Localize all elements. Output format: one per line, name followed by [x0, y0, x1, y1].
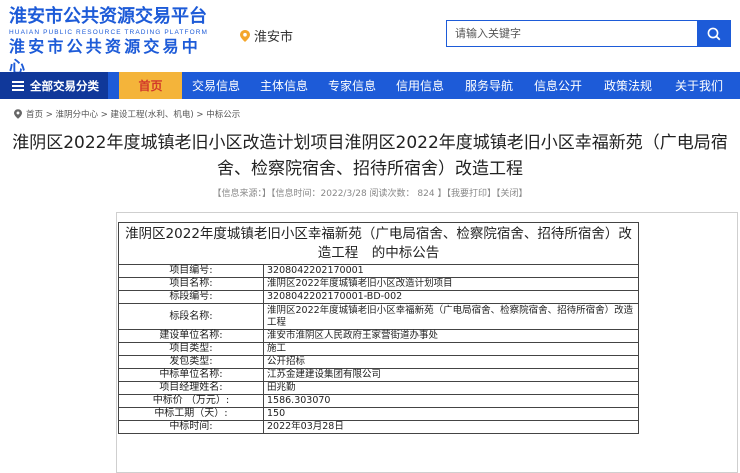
- row-value: 淮阴区2022年度城镇老旧小区改造计划项目: [263, 277, 639, 291]
- all-categories-button[interactable]: 全部交易分类: [0, 72, 108, 99]
- row-label: 项目名称:: [118, 277, 264, 291]
- city-selector[interactable]: 淮安市: [240, 26, 293, 45]
- table-row: 标段名称: 淮阴区2022年度城镇老旧小区幸福新苑（广电局宿舍、检察院宿舍、招待所…: [118, 303, 639, 330]
- all-categories-label: 全部交易分类: [30, 78, 99, 93]
- search-icon: [707, 27, 720, 40]
- search-input[interactable]: [447, 21, 699, 46]
- row-label: 项目经理姓名:: [118, 381, 264, 395]
- row-value: 3208042202170001-BD-002: [263, 290, 639, 304]
- table-row: 项目类型: 施工: [118, 342, 639, 356]
- row-label: 标段编号:: [118, 290, 264, 304]
- nav-item-credit-info[interactable]: 信用信息: [386, 72, 454, 99]
- row-label: 中标价 （万元）:: [118, 394, 264, 408]
- table-row: 项目名称: 淮阴区2022年度城镇老旧小区改造计划项目: [118, 277, 639, 291]
- table-row: 建设单位名称: 淮安市淮阴区人民政府王家营街道办事处: [118, 329, 639, 343]
- logo-title: 淮安市公共资源交易平台: [9, 6, 207, 27]
- row-value: 150: [263, 407, 639, 421]
- row-label: 标段名称:: [118, 303, 264, 330]
- table-row: 中标工期（天）: 150: [118, 407, 639, 421]
- row-label: 项目编号:: [118, 264, 264, 278]
- main-nav: 全部交易分类 首页 交易信息 主体信息 专家信息 信用信息 服务导航 信息公开 …: [0, 72, 740, 99]
- row-value: 公开招标: [263, 355, 639, 369]
- article-meta: 【信息来源：】【信息时间：2022/3/28 阅读次数： 824 】【我要打印】…: [212, 189, 528, 199]
- table-row: 项目编号: 3208042202170001: [118, 264, 639, 278]
- table-row: 项目经理姓名: 田兆勤: [118, 381, 639, 395]
- site-logo[interactable]: 淮安市公共资源交易平台 HUAIAN PUBLIC RESOURCE TRADI…: [9, 6, 219, 77]
- location-pin-icon: [240, 29, 250, 42]
- page-title: 淮阴区2022年度城镇老旧小区改造计划项目淮阴区2022年度城镇老旧小区幸福新苑…: [12, 133, 728, 179]
- table-heading: 淮阴区2022年度城镇老旧小区幸福新苑（广电局宿舍、检察院宿舍、招待所宿舍）改造…: [118, 222, 639, 265]
- row-label: 中标时间:: [118, 420, 264, 434]
- nav-item-about[interactable]: 关于我们: [664, 72, 734, 99]
- row-value: 1586.303070: [263, 394, 639, 408]
- location-pin-icon: [14, 109, 22, 119]
- table-heading-row: 淮阴区2022年度城镇老旧小区幸福新苑（广电局宿舍、检察院宿舍、招待所宿舍）改造…: [118, 222, 639, 265]
- nav-item-expert-info[interactable]: 专家信息: [318, 72, 386, 99]
- nav-item-policies[interactable]: 政策法规: [592, 72, 664, 99]
- table-row: 中标单位名称: 江苏金建建设集团有限公司: [118, 368, 639, 382]
- search-box: [446, 20, 731, 47]
- row-label: 发包类型:: [118, 355, 264, 369]
- logo-subtitle-en: HUAIAN PUBLIC RESOURCE TRADING PLATFORM: [9, 29, 209, 36]
- row-value: 田兆勤: [263, 381, 639, 395]
- table-row: 中标时间: 2022年03月28日: [118, 420, 639, 434]
- breadcrumb: 首页 > 淮阴分中心 > 建设工程(水利、机电) > 中标公示: [14, 108, 240, 120]
- site-header: 淮安市公共资源交易平台 HUAIAN PUBLIC RESOURCE TRADI…: [0, 0, 740, 77]
- logo-center-name: 淮安市公共资源交易中心: [9, 37, 202, 76]
- table-row: 标段编号: 3208042202170001-BD-002: [118, 290, 639, 304]
- award-notice-table: 淮阴区2022年度城镇老旧小区幸福新苑（广电局宿舍、检察院宿舍、招待所宿舍）改造…: [118, 222, 639, 434]
- row-value: 淮安市淮阴区人民政府王家营街道办事处: [263, 329, 639, 343]
- menu-icon: [12, 80, 24, 91]
- row-label: 中标工期（天）:: [118, 407, 264, 421]
- nav-item-trading-info[interactable]: 交易信息: [182, 72, 250, 99]
- row-label: 建设单位名称:: [118, 329, 264, 343]
- table-row: 发包类型: 公开招标: [118, 355, 639, 369]
- notice-content: 淮阴区2022年度城镇老旧小区幸福新苑（广电局宿舍、检察院宿舍、招待所宿舍）改造…: [116, 212, 738, 473]
- row-value: 3208042202170001: [263, 264, 639, 278]
- table-row: 中标价 （万元）: 1586.303070: [118, 394, 639, 408]
- breadcrumb-text[interactable]: 首页 > 淮阴分中心 > 建设工程(水利、机电) > 中标公示: [26, 108, 240, 120]
- row-value: 江苏金建建设集团有限公司: [263, 368, 639, 382]
- nav-item-entity-info[interactable]: 主体信息: [250, 72, 318, 99]
- row-value: 淮阴区2022年度城镇老旧小区幸福新苑（广电局宿舍、检察院宿舍、招待所宿舍）改造…: [263, 303, 639, 330]
- row-label: 项目类型:: [118, 342, 264, 356]
- nav-item-service-nav[interactable]: 服务导航: [454, 72, 524, 99]
- nav-item-info-disclosure[interactable]: 信息公开: [524, 72, 592, 99]
- row-value: 施工: [263, 342, 639, 356]
- nav-item-home[interactable]: 首页: [119, 72, 182, 99]
- search-button[interactable]: [697, 21, 730, 46]
- city-label: 淮安市: [254, 30, 294, 45]
- row-label: 中标单位名称:: [118, 368, 264, 382]
- row-value: 2022年03月28日: [263, 420, 639, 434]
